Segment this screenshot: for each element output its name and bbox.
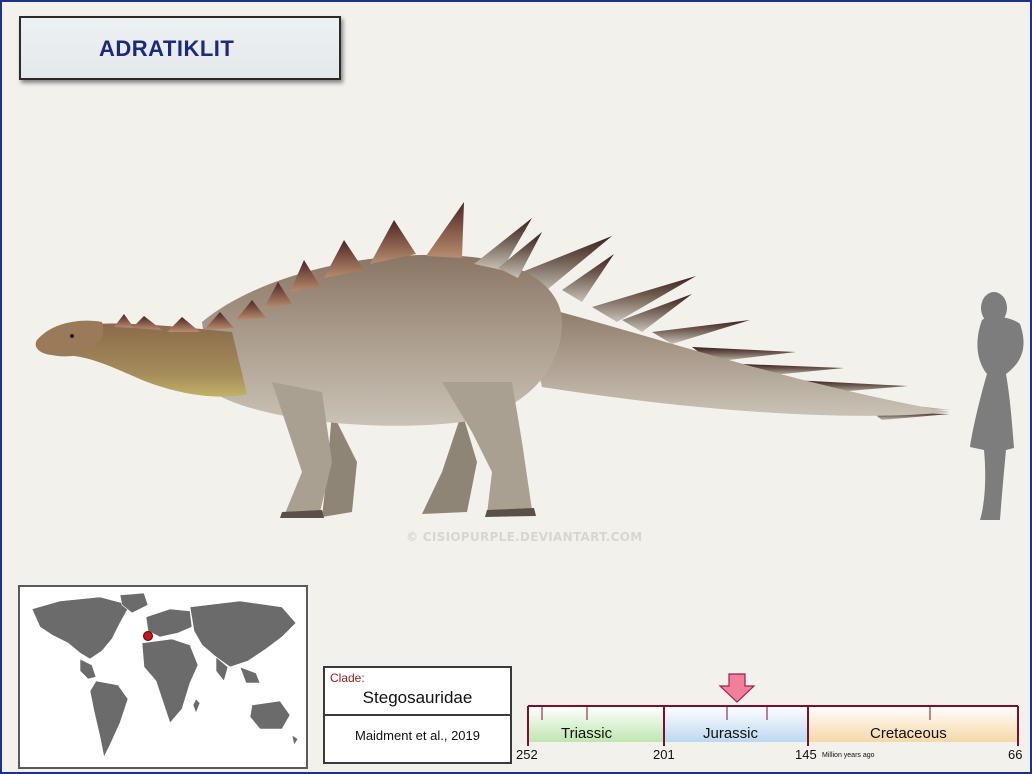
human-silhouette xyxy=(970,292,1024,520)
period-label-cretaceous: Cretaceous xyxy=(870,725,947,742)
tick-label-201: 201 xyxy=(653,747,675,762)
period-label-triassic: Triassic xyxy=(561,725,613,742)
clade-value: Stegosauridae xyxy=(362,688,473,707)
world-map xyxy=(18,585,308,769)
watermark: © CISIOPURPLE.DEVIANTART.COM xyxy=(406,530,643,544)
clade-divider xyxy=(325,714,510,716)
unit-label: Million years ago xyxy=(822,752,875,759)
tick-label-145: 145 xyxy=(795,747,817,762)
world-map-graphic xyxy=(31,592,299,758)
geologic-timeline: Triassic Jurassic Cretaceous 252 201 145… xyxy=(512,670,1030,770)
tick-label-66: 66 xyxy=(1008,747,1023,762)
poster-frame: ADRATIKLIT © CISIOPURPLE.DEVIANTART.COM … xyxy=(0,0,1032,774)
timeline-graphic xyxy=(527,673,1019,746)
clade-label: Clade: xyxy=(330,671,365,685)
clade-citation: Maidment et al., 2019 xyxy=(354,728,481,743)
location-dot-icon xyxy=(143,631,153,641)
arrow-down-icon xyxy=(718,673,756,703)
period-label-jurassic: Jurassic xyxy=(703,725,759,742)
tick-label-252: 252 xyxy=(516,747,538,762)
clade-box: Clade: Stegosauridae Maidment et al., 20… xyxy=(323,666,512,764)
